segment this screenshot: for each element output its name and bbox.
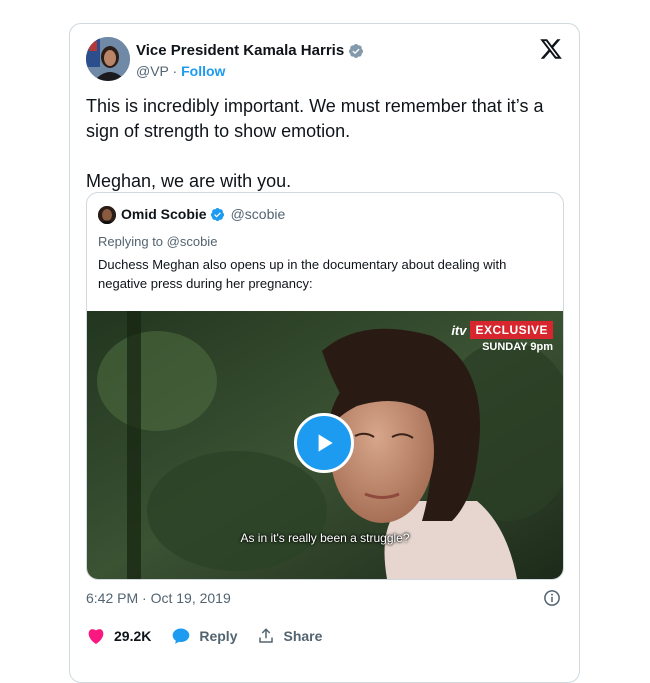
share-icon bbox=[259, 628, 274, 643]
tweet-text: This is incredibly important. We must re… bbox=[86, 94, 566, 194]
tweet-text-paragraph: This is incredibly important. We must re… bbox=[86, 96, 544, 141]
replying-to: Replying to @scobie bbox=[98, 234, 218, 249]
quoted-author-handle[interactable]: @scobie bbox=[231, 206, 286, 222]
author-handle-row: @VP · Follow bbox=[136, 63, 225, 79]
action-bar: 29.2K Reply Share bbox=[86, 626, 342, 646]
reply-label: Reply bbox=[199, 628, 238, 644]
video-subtitle: As in it's really been a struggle? bbox=[240, 531, 410, 545]
heart-icon bbox=[88, 629, 104, 644]
share-label: Share bbox=[283, 628, 323, 644]
author-avatar[interactable] bbox=[86, 37, 130, 81]
play-button[interactable] bbox=[294, 413, 354, 473]
like-button[interactable]: 29.2K bbox=[86, 626, 151, 646]
quoted-author-name[interactable]: Omid Scobie bbox=[121, 206, 207, 222]
separator: · bbox=[172, 63, 178, 79]
quoted-author-avatar[interactable] bbox=[98, 206, 116, 224]
quoted-tweet[interactable]: Omid Scobie @scobie Replying to @scobie … bbox=[86, 192, 564, 580]
follow-button[interactable]: Follow bbox=[181, 63, 225, 79]
reply-bubble-icon bbox=[173, 628, 190, 644]
author-name-row: Vice President Kamala Harris bbox=[136, 42, 364, 59]
like-count: 29.2K bbox=[114, 628, 152, 644]
author-name[interactable]: Vice President Kamala Harris bbox=[136, 42, 344, 59]
itv-logo: itv bbox=[451, 322, 467, 338]
quoted-tweet-text: Duchess Meghan also opens up in the docu… bbox=[98, 257, 507, 291]
tweet-timestamp[interactable]: 6:42 PM · Oct 19, 2019 bbox=[86, 590, 231, 606]
play-icon bbox=[318, 434, 333, 452]
tweet-card: Vice President Kamala Harris @VP · Follo… bbox=[69, 23, 580, 683]
tweet-text-paragraph: Meghan, we are with you. bbox=[86, 171, 292, 191]
info-icon[interactable] bbox=[543, 589, 561, 607]
verified-badge-icon bbox=[210, 207, 224, 221]
author-handle[interactable]: @VP bbox=[136, 63, 169, 79]
share-button[interactable]: Share bbox=[257, 627, 322, 645]
schedule-label: SUNDAY 9pm bbox=[482, 341, 553, 353]
reply-button[interactable]: Reply bbox=[171, 626, 237, 646]
quoted-name-row: Omid Scobie @scobie bbox=[121, 206, 285, 222]
exclusive-label: EXCLUSIVE bbox=[470, 321, 553, 339]
itv-exclusive-badge: itv EXCLUSIVE SUNDAY 9pm bbox=[451, 321, 553, 353]
x-logo-icon[interactable] bbox=[539, 37, 563, 61]
verified-badge-icon bbox=[349, 43, 364, 58]
video-player[interactable]: itv EXCLUSIVE SUNDAY 9pm As in it's real… bbox=[87, 311, 563, 579]
